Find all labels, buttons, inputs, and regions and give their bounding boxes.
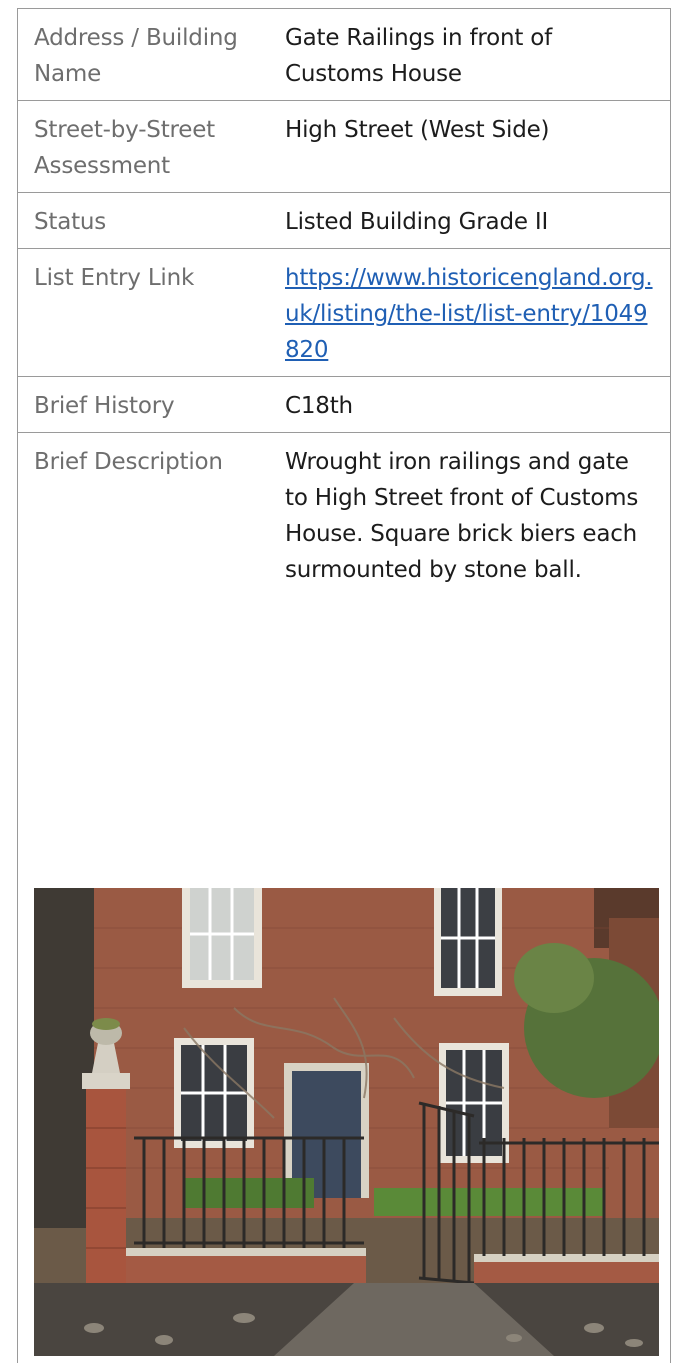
listing-record-sheet: Address / Building Name Gate Railings in… (17, 8, 671, 1363)
assessment-label: Street-by-Street Assessment (34, 117, 215, 179)
assessment-value: High Street (West Side) (285, 117, 550, 143)
list-entry-link[interactable]: https://www.historicengland.org.uk/listi… (285, 265, 653, 363)
table-row: Status Listed Building Grade II (18, 193, 670, 249)
table-row: Address / Building Name Gate Railings in… (18, 9, 670, 101)
brief-history-value: C18th (285, 393, 353, 419)
list-entry-link-cell: https://www.historicengland.org.uk/listi… (269, 249, 670, 377)
list-entry-link-label: List Entry Link (34, 265, 195, 291)
table-row: List Entry Link https://www.historicengl… (18, 249, 670, 377)
building-photo (34, 888, 659, 1356)
status-value: Listed Building Grade II (285, 209, 549, 235)
status-label: Status (34, 209, 107, 235)
table-row: Brief History C18th (18, 377, 670, 433)
brief-history-label: Brief History (34, 393, 175, 419)
address-label: Address / Building Name (34, 25, 238, 87)
table-row: Street-by-Street Assessment High Street … (18, 101, 670, 193)
address-value: Gate Railings in front of Customs House (285, 25, 553, 87)
